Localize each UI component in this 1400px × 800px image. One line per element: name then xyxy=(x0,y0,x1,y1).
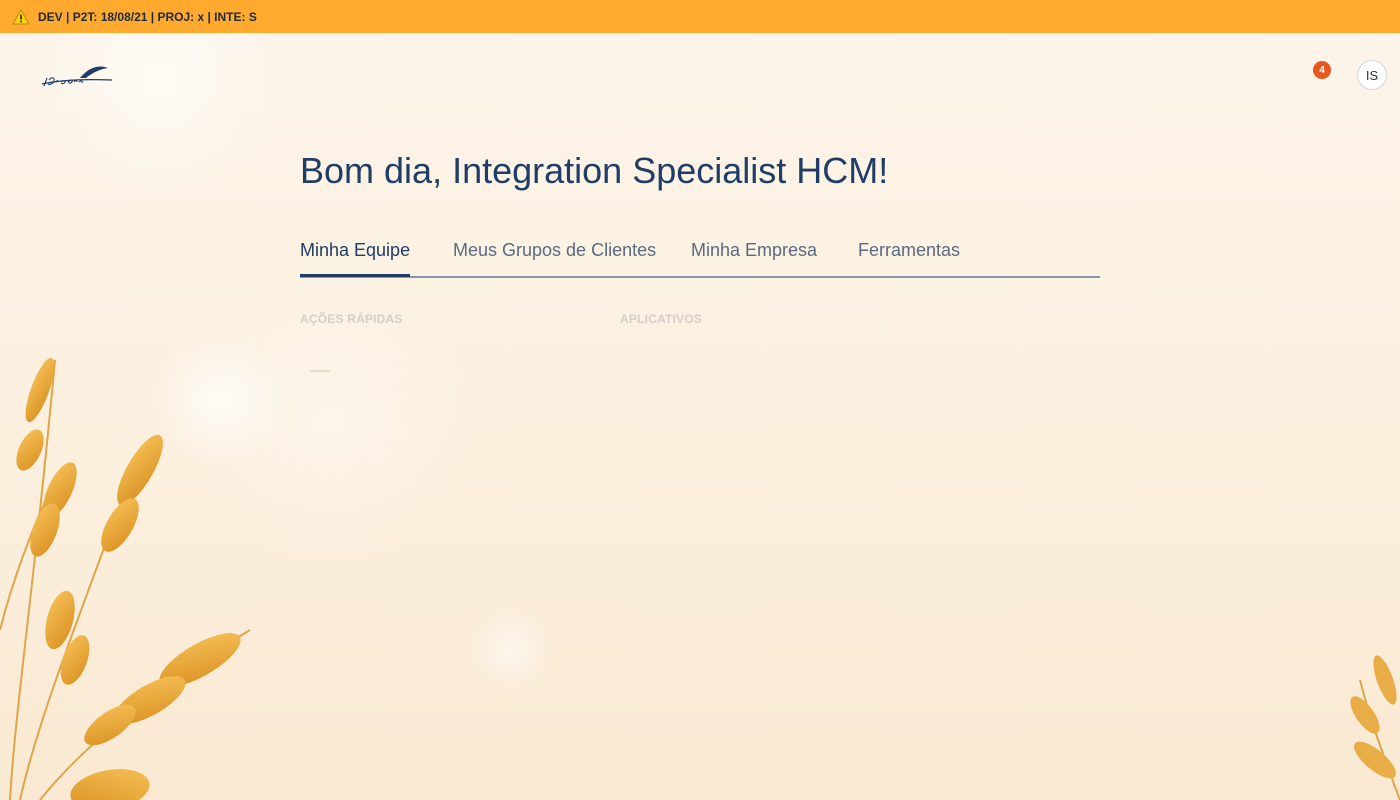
notification-badge: 4 xyxy=(1313,61,1331,79)
environment-banner: DEV | P2T: 18/08/21 | PROJ: x | INTE: S xyxy=(0,0,1400,33)
quick-actions-heading: AÇÕES RÁPIDAS xyxy=(300,312,403,326)
tab-minha-equipe[interactable]: Minha Equipe xyxy=(300,240,410,261)
environment-text: DEV | P2T: 18/08/21 | PROJ: x | INTE: S xyxy=(38,9,257,24)
notifications-button[interactable]: 4 xyxy=(1304,52,1340,88)
user-avatar[interactable]: IS xyxy=(1357,60,1387,90)
wheat-decoration-icon xyxy=(0,357,251,800)
apps-heading: APLICATIVOS xyxy=(620,312,702,326)
active-tab-indicator xyxy=(300,274,410,277)
tab-ferramentas[interactable]: Ferramentas xyxy=(858,240,960,261)
tab-bar: Minha Equipe Meus Grupos de Clientes Min… xyxy=(300,236,1100,278)
wheat-decoration-right-icon xyxy=(1350,655,1400,800)
quick-actions-placeholder xyxy=(310,370,330,372)
company-logo[interactable] xyxy=(40,62,116,90)
tab-minha-empresa[interactable]: Minha Empresa xyxy=(691,240,817,261)
warning-icon xyxy=(12,8,30,24)
page-title: Bom dia, Integration Specialist HCM! xyxy=(300,150,889,191)
tab-meus-grupos-de-clientes[interactable]: Meus Grupos de Clientes xyxy=(453,240,656,261)
